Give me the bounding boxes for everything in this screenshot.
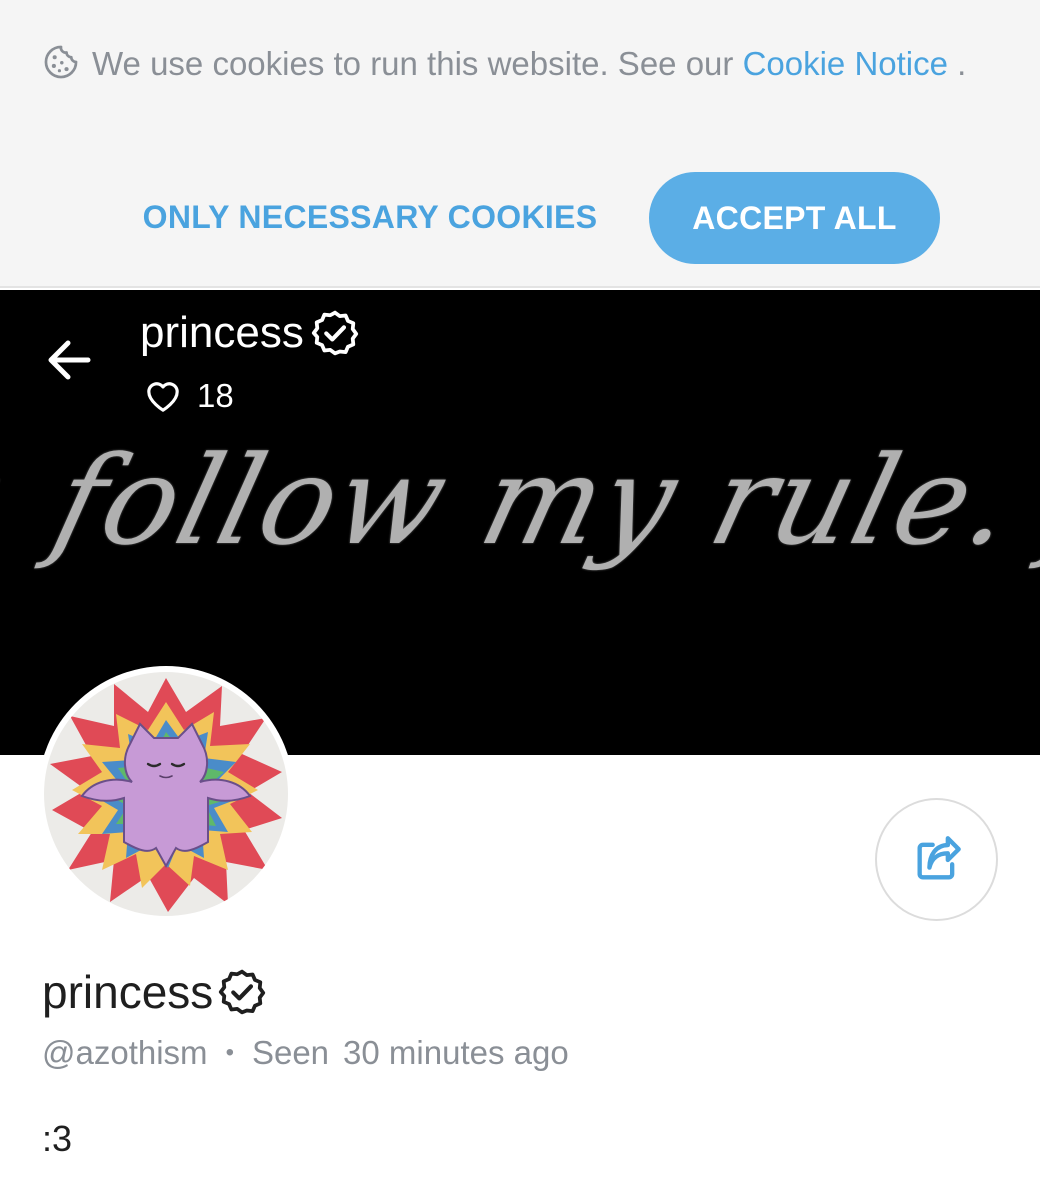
cookie-banner: We use cookies to run this website. See … bbox=[0, 0, 1040, 288]
likes-count: 18 bbox=[197, 377, 234, 414]
profile-meta: @azothism • Seen 30 minutes ago bbox=[42, 1034, 569, 1072]
cookie-notice-link[interactable]: Cookie Notice bbox=[743, 45, 948, 82]
header-title-text: princess bbox=[140, 308, 304, 357]
share-icon bbox=[917, 835, 961, 879]
cookie-message-suffix: . bbox=[948, 45, 967, 82]
last-seen-label: Seen bbox=[251, 1034, 330, 1071]
accept-all-cookies-button[interactable]: ACCEPT ALL bbox=[649, 172, 940, 264]
meta-separator: • bbox=[225, 1039, 234, 1066]
cookie-message: We use cookies to run this website. See … bbox=[42, 38, 972, 90]
last-seen-time: 30 minutes ago bbox=[343, 1034, 569, 1071]
share-button[interactable] bbox=[875, 798, 998, 921]
profile-bio: :3 bbox=[42, 1118, 73, 1159]
header-likes[interactable]: 18 bbox=[143, 376, 234, 416]
arrow-left-icon bbox=[48, 340, 91, 380]
verified-badge-icon bbox=[311, 310, 358, 356]
profile-name: princess bbox=[42, 965, 267, 1019]
cookie-message-text: We use cookies to run this website. See … bbox=[92, 45, 743, 82]
header-title: princess bbox=[140, 308, 360, 358]
avatar-image bbox=[44, 672, 288, 916]
banner-image-text: r. follow my rule. fina bbox=[0, 430, 1040, 572]
avatar[interactable] bbox=[38, 666, 294, 922]
heart-icon bbox=[147, 382, 179, 412]
profile-handle: @azothism bbox=[42, 1034, 208, 1071]
cookie-icon bbox=[44, 45, 78, 79]
profile-name-text: princess bbox=[42, 966, 214, 1018]
verified-badge-icon bbox=[219, 969, 266, 1015]
back-button[interactable] bbox=[38, 328, 102, 392]
only-necessary-cookies-button[interactable]: ONLY NECESSARY COOKIES bbox=[120, 172, 620, 262]
